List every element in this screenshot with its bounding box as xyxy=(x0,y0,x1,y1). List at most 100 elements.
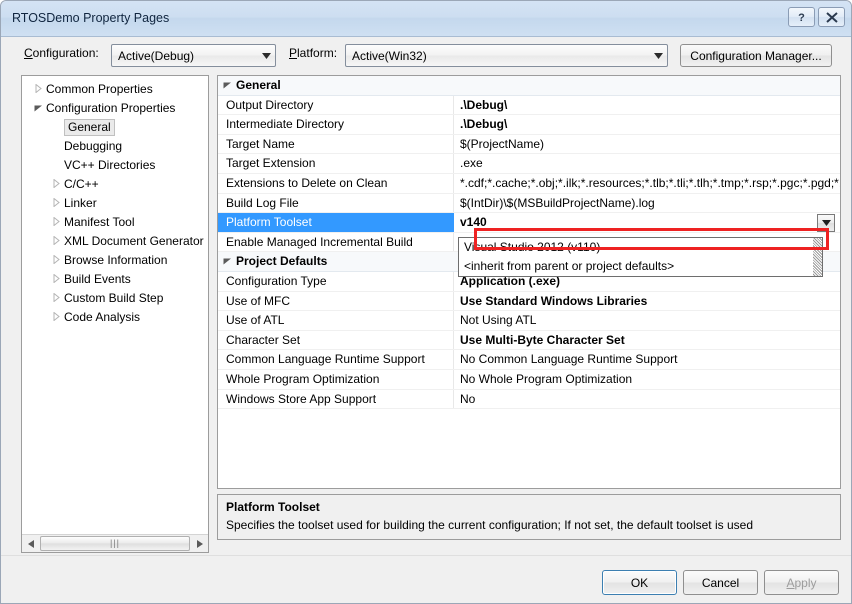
tree-expander-collapsed-icon[interactable] xyxy=(48,213,64,232)
help-button[interactable]: ? xyxy=(788,7,815,27)
grid-row-use-of-atl[interactable]: Use of ATL Not Using ATL xyxy=(218,311,840,331)
grid-row-use-of-mfc[interactable]: Use of MFC Use Standard Windows Libraries xyxy=(218,291,840,312)
tree-expander-expanded-icon[interactable] xyxy=(30,99,46,118)
grid-row-platform-toolset[interactable]: Platform Toolset v140 xyxy=(218,213,840,233)
grid-row-windows-store-app-support[interactable]: Windows Store App Support No xyxy=(218,389,840,410)
title-bar: RTOSDemo Property Pages ? xyxy=(1,1,851,37)
grid-row-name: Character Set xyxy=(218,330,454,350)
tree-expander-collapsed-icon[interactable] xyxy=(48,175,64,194)
grid-row-name: Project Defaults xyxy=(218,252,454,271)
scroll-thumb[interactable]: ||| xyxy=(40,536,190,551)
cancel-button[interactable]: Cancel xyxy=(683,570,758,595)
grid-row-value[interactable]: No Whole Program Optimization xyxy=(454,370,840,389)
grid-row-value[interactable]: Use Standard Windows Libraries xyxy=(454,292,840,311)
configuration-manager-button[interactable]: Configuration Manager... xyxy=(680,44,832,67)
grid-row-name: Platform Toolset xyxy=(218,213,454,232)
tree-item-c-c[interactable]: C/C++ xyxy=(22,175,208,194)
configuration-value: Active(Debug) xyxy=(118,48,195,63)
tree-item-code-analysis[interactable]: Code Analysis xyxy=(22,308,208,327)
tree-item-manifest-tool[interactable]: Manifest Tool xyxy=(22,213,208,232)
grid-row-whole-program-optimization[interactable]: Whole Program Optimization No Whole Progr… xyxy=(218,369,840,390)
grid-row-value[interactable]: $(ProjectName) xyxy=(454,135,840,154)
grid-row-extensions-to-delete-on-clean[interactable]: Extensions to Delete on Clean *.cdf;*.cac… xyxy=(218,173,840,194)
grid-row-value[interactable]: $(IntDir)\$(MSBuildProjectName).log xyxy=(454,194,840,213)
property-grid[interactable]: General Output Directory .\Debug\ Intermedi… xyxy=(217,75,841,489)
platform-label: Platform: xyxy=(289,46,338,60)
grid-row-build-log-file[interactable]: Build Log File $(IntDir)\$(MSBuildProject… xyxy=(218,193,840,214)
grid-row-value[interactable]: No xyxy=(454,390,840,409)
grid-row-name: Whole Program Optimization xyxy=(218,369,454,389)
tree-expander-collapsed-icon[interactable] xyxy=(48,251,64,270)
close-icon xyxy=(825,11,838,23)
tree-item-common-properties[interactable]: Common Properties xyxy=(22,80,208,99)
triangle-right-icon xyxy=(53,235,60,246)
platform-toolset-dropdown-button[interactable] xyxy=(817,214,835,232)
tree-item-general[interactable]: General xyxy=(22,118,208,137)
triangle-left-icon xyxy=(27,539,34,548)
triangle-right-icon xyxy=(53,178,60,189)
grid-row-name: Windows Store App Support xyxy=(218,389,454,409)
grid-group-label: Project Defaults xyxy=(236,254,328,269)
grid-row-value[interactable]: .exe xyxy=(454,154,840,173)
tree-expander-collapsed-icon[interactable] xyxy=(48,194,64,213)
triangle-right-icon xyxy=(35,83,42,94)
grid-row-value[interactable]: .\Debug\ xyxy=(454,115,840,134)
grid-row-value[interactable]: Not Using ATL xyxy=(454,311,840,330)
tree-item-browse-information[interactable]: Browse Information xyxy=(22,251,208,270)
group-expander-icon[interactable] xyxy=(218,252,236,271)
tree-item-label: Linker xyxy=(64,196,97,210)
platform-toolset-dropdown-list[interactable]: Visual Studio 2012 (v110) <inherit from p… xyxy=(458,237,823,277)
grid-row-character-set[interactable]: Character Set Use Multi-Byte Character Se… xyxy=(218,330,840,351)
ok-label: OK xyxy=(630,575,649,590)
tree-item-xml-document-generator[interactable]: XML Document Generator xyxy=(22,232,208,251)
close-button[interactable] xyxy=(818,7,845,27)
group-expander-icon xyxy=(223,258,231,265)
tree-item-configuration-properties[interactable]: Configuration Properties xyxy=(22,99,208,118)
property-tree[interactable]: Common Properties Configuration Propertie… xyxy=(21,75,209,553)
grid-row-name: Target Name xyxy=(218,134,454,154)
grid-row-common-language-runtime-support[interactable]: Common Language Runtime Support No Common… xyxy=(218,350,840,370)
configuration-select[interactable]: Active(Debug) xyxy=(111,44,276,67)
grid-row-output-directory[interactable]: Output Directory .\Debug\ xyxy=(218,95,840,116)
grid-row-value[interactable]: .\Debug\ xyxy=(454,96,840,115)
platform-select[interactable]: Active(Win32) xyxy=(345,44,668,67)
chevron-down-icon xyxy=(821,220,831,226)
grid-row-value[interactable]: v140 xyxy=(454,213,840,232)
triangle-down-icon xyxy=(34,105,42,112)
tree-item-debugging[interactable]: Debugging xyxy=(22,137,208,156)
grid-row-value[interactable]: No Common Language Runtime Support xyxy=(454,350,840,369)
ok-button[interactable]: OK xyxy=(602,570,677,595)
dropdown-option-1[interactable]: <inherit from parent or project defaults… xyxy=(459,257,822,276)
tree-horizontal-scrollbar[interactable]: ||| xyxy=(22,534,208,552)
grid-row-target-name[interactable]: Target Name $(ProjectName) xyxy=(218,134,840,155)
tree-item-linker[interactable]: Linker xyxy=(22,194,208,213)
grid-row-intermediate-directory[interactable]: Intermediate Directory .\Debug\ xyxy=(218,115,840,135)
tree-item-label: Build Events xyxy=(64,272,131,286)
grid-row-value[interactable]: Use Multi-Byte Character Set xyxy=(454,331,840,350)
group-expander-icon[interactable] xyxy=(218,76,236,95)
dropdown-scrollbar[interactable] xyxy=(813,238,822,276)
tree-expander-collapsed-icon[interactable] xyxy=(48,270,64,289)
tree-item-label: Debugging xyxy=(64,139,123,153)
tree-item-label: Manifest Tool xyxy=(64,215,135,229)
grid-row-value[interactable] xyxy=(454,76,840,95)
tree-item-build-events[interactable]: Build Events xyxy=(22,270,208,289)
chevron-down-icon xyxy=(257,52,275,59)
grid-row-target-extension[interactable]: Target Extension .exe xyxy=(218,154,840,174)
triangle-right-icon xyxy=(196,539,203,548)
grid-group-general[interactable]: General xyxy=(218,76,840,96)
tree-expander-collapsed-icon[interactable] xyxy=(30,80,46,99)
triangle-right-icon xyxy=(53,311,60,322)
tree-item-label: Browse Information xyxy=(64,253,168,267)
tree-expander-collapsed-icon[interactable] xyxy=(48,289,64,308)
tree-expander-collapsed-icon[interactable] xyxy=(48,308,64,327)
tree-item-vc-directories[interactable]: VC++ Directories xyxy=(22,156,208,175)
grid-row-value[interactable]: *.cdf;*.cache;*.obj;*.ilk;*.resources;*.… xyxy=(454,174,840,193)
tree-item-custom-build-step[interactable]: Custom Build Step xyxy=(22,289,208,308)
dropdown-option-0[interactable]: Visual Studio 2012 (v110) xyxy=(459,238,822,257)
tree-expander-collapsed-icon[interactable] xyxy=(48,232,64,251)
scroll-right-button[interactable] xyxy=(191,535,208,552)
scroll-left-button[interactable] xyxy=(22,535,39,552)
configuration-manager-label: Configuration Manager... xyxy=(690,48,822,63)
description-text: Specifies the toolset used for building … xyxy=(226,518,753,532)
